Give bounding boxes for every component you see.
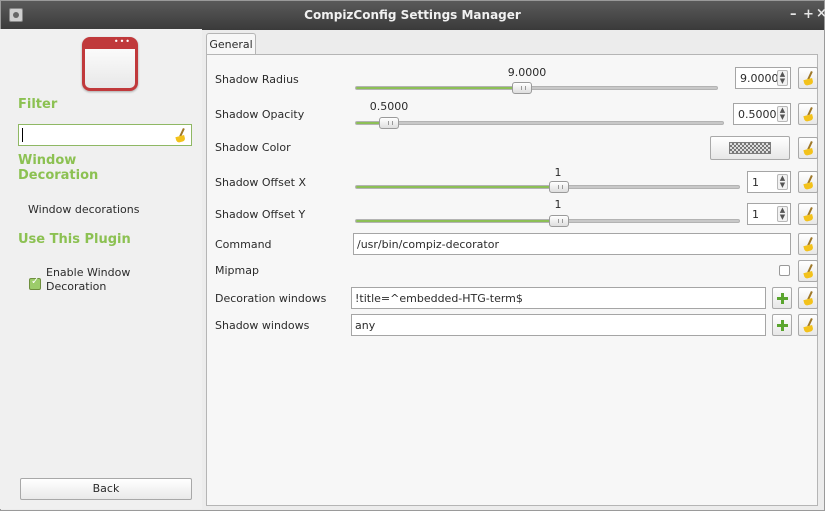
slider-thumb[interactable] bbox=[549, 181, 569, 193]
tab-general[interactable]: General bbox=[206, 33, 256, 55]
slider-fill bbox=[356, 186, 559, 188]
shadow-radius-label: Shadow Radius bbox=[215, 73, 299, 86]
slider-thumb[interactable] bbox=[549, 215, 569, 227]
add-decoration-windows-button[interactable] bbox=[772, 287, 792, 309]
reset-shadow-color-button[interactable] bbox=[798, 137, 818, 159]
decoration-windows-label: Decoration windows bbox=[215, 292, 327, 305]
spinbox-value: 1 bbox=[752, 176, 759, 189]
text-caret bbox=[22, 128, 23, 142]
shadow-opacity-slider-value: 0.5000 bbox=[369, 100, 409, 113]
window-title: CompizConfig Settings Manager bbox=[304, 8, 521, 22]
shadow-offset-x-slider[interactable] bbox=[355, 181, 740, 193]
shadow-offset-x-slider-value: 1 bbox=[554, 166, 562, 179]
window-decoration-plugin-icon bbox=[82, 37, 138, 91]
shadow-opacity-slider[interactable] bbox=[355, 117, 724, 129]
shadow-radius-slider-value: 9.0000 bbox=[507, 66, 547, 79]
shadow-opacity-label: Shadow Opacity bbox=[215, 108, 305, 121]
broom-icon bbox=[804, 175, 814, 189]
spin-arrows-icon[interactable]: ▲ ▼ bbox=[777, 106, 788, 122]
broom-icon bbox=[804, 318, 814, 332]
filter-input[interactable] bbox=[18, 124, 192, 146]
spinbox-value: 9.0000 bbox=[740, 72, 779, 85]
reset-shadow-radius-button[interactable] bbox=[798, 67, 818, 89]
broom-icon bbox=[804, 207, 814, 221]
shadow-offset-x-label: Shadow Offset X bbox=[215, 176, 306, 189]
reset-shadow-windows-button[interactable] bbox=[798, 314, 818, 336]
back-button-label: Back bbox=[92, 482, 120, 495]
mipmap-label: Mipmap bbox=[215, 264, 259, 277]
reset-shadow-offset-x-button[interactable] bbox=[798, 171, 818, 193]
broom-icon bbox=[804, 264, 814, 278]
spin-arrows-icon[interactable]: ▲ ▼ bbox=[777, 174, 788, 190]
enable-plugin-label: Enable Window Decoration bbox=[46, 266, 131, 293]
reset-shadow-offset-y-button[interactable] bbox=[798, 203, 818, 225]
mipmap-checkbox[interactable] bbox=[779, 265, 790, 276]
shadow-offset-x-spinbox[interactable]: 1 ▲ ▼ bbox=[747, 171, 791, 193]
broom-icon bbox=[804, 107, 814, 121]
spin-arrows-icon[interactable]: ▲ ▼ bbox=[777, 206, 788, 222]
minimize-button[interactable]: – bbox=[790, 7, 797, 22]
reset-mipmap-button[interactable] bbox=[798, 260, 818, 282]
checkerboard-swatch bbox=[729, 142, 771, 154]
shadow-offset-y-slider-value: 1 bbox=[554, 198, 562, 211]
shadow-windows-input[interactable]: any bbox=[351, 314, 766, 336]
spin-arrows-icon[interactable]: ▲ ▼ bbox=[777, 70, 788, 86]
plus-icon bbox=[777, 293, 788, 304]
plugin-name-heading: Window Decoration bbox=[18, 153, 99, 183]
shadow-offset-y-spinbox[interactable]: 1 ▲ ▼ bbox=[747, 203, 791, 225]
broom-icon bbox=[804, 71, 814, 85]
decoration-windows-input[interactable]: !title=^embedded-HTG-term$ bbox=[351, 287, 766, 309]
slider-fill bbox=[356, 87, 522, 89]
close-button[interactable]: × bbox=[816, 6, 825, 21]
slider-fill bbox=[356, 220, 559, 222]
spinbox-value: 0.5000 bbox=[738, 108, 777, 121]
title-bar[interactable]: CompizConfig Settings Manager – + × bbox=[1, 1, 825, 30]
reset-decoration-windows-button[interactable] bbox=[798, 287, 818, 309]
plugin-description: Window decorations bbox=[28, 203, 140, 216]
command-input[interactable]: /usr/bin/compiz-decorator bbox=[353, 233, 791, 255]
add-shadow-windows-button[interactable] bbox=[772, 314, 792, 336]
broom-icon bbox=[804, 237, 814, 251]
shadow-color-label: Shadow Color bbox=[215, 141, 291, 154]
spinbox-value: 1 bbox=[752, 208, 759, 221]
shadow-offset-y-label: Shadow Offset Y bbox=[215, 208, 306, 221]
shadow-radius-spinbox[interactable]: 9.0000 ▲ ▼ bbox=[735, 67, 791, 89]
broom-icon bbox=[176, 128, 186, 142]
broom-icon bbox=[804, 141, 814, 155]
use-plugin-heading: Use This Plugin bbox=[18, 232, 131, 247]
maximize-button[interactable]: + bbox=[803, 7, 814, 22]
shadow-offset-y-slider[interactable] bbox=[355, 215, 740, 227]
shadow-radius-slider[interactable] bbox=[355, 82, 718, 94]
back-button[interactable]: Back bbox=[20, 478, 192, 500]
shadow-windows-label: Shadow windows bbox=[215, 319, 310, 332]
reset-shadow-opacity-button[interactable] bbox=[798, 103, 818, 125]
clear-filter-button[interactable] bbox=[174, 127, 188, 143]
plus-icon bbox=[777, 320, 788, 331]
slider-thumb[interactable] bbox=[379, 117, 399, 129]
slider-thumb[interactable] bbox=[512, 82, 532, 94]
broom-icon bbox=[804, 291, 814, 305]
shadow-color-button[interactable] bbox=[710, 136, 790, 160]
command-label: Command bbox=[215, 238, 272, 251]
reset-command-button[interactable] bbox=[798, 233, 818, 255]
enable-plugin-checkbox[interactable] bbox=[29, 276, 41, 290]
filter-heading: Filter bbox=[18, 97, 58, 112]
shadow-opacity-spinbox[interactable]: 0.5000 ▲ ▼ bbox=[733, 103, 791, 125]
